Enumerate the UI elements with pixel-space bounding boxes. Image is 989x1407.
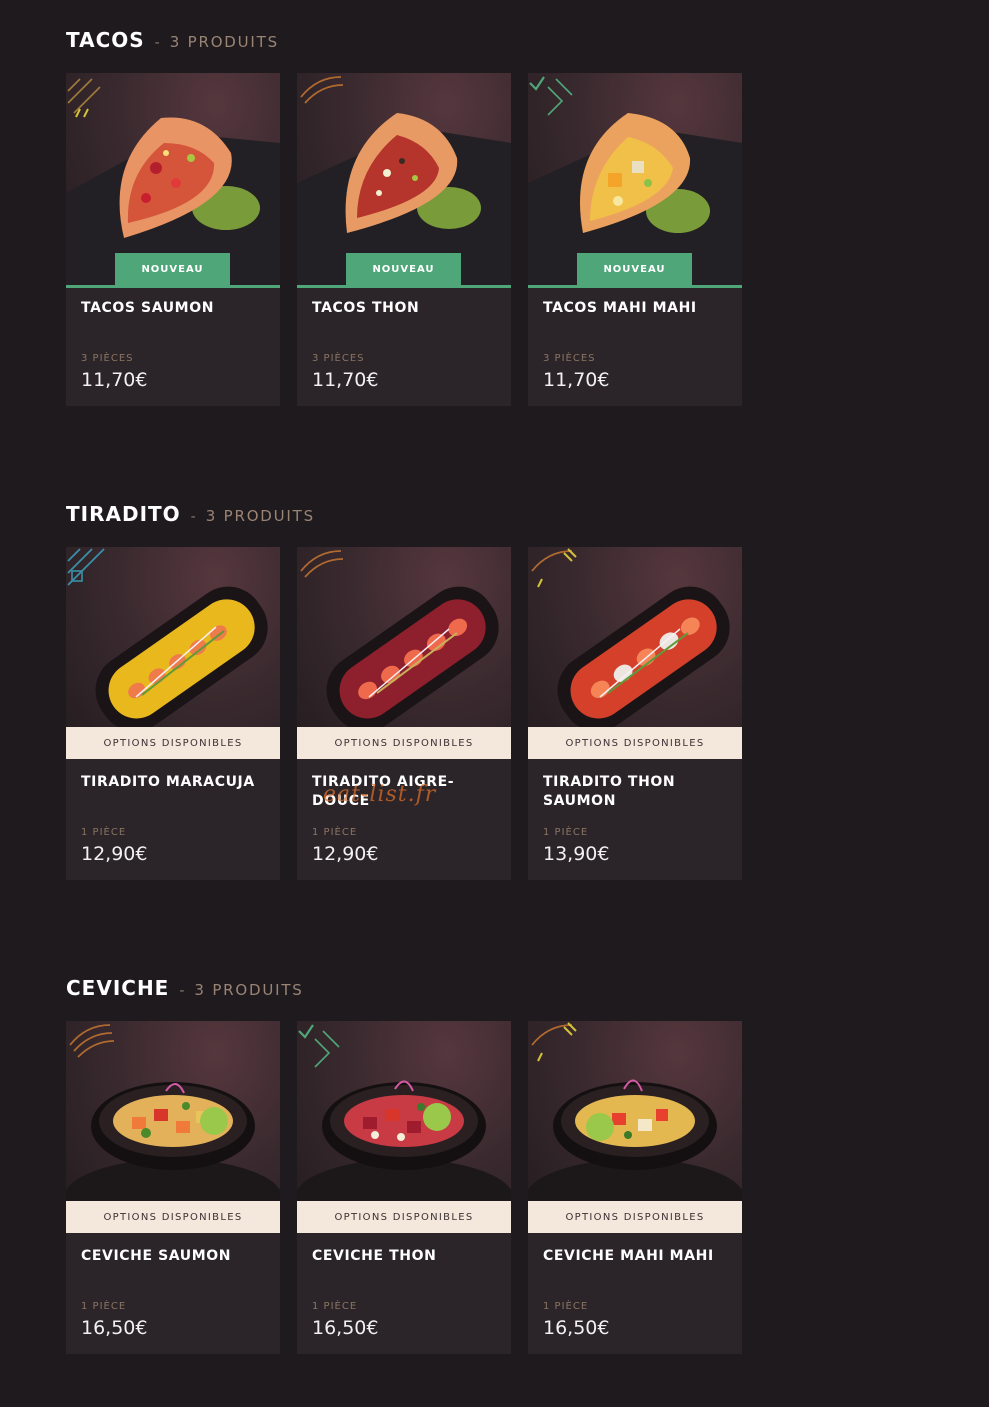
- product-price: 16,50€: [312, 1317, 379, 1339]
- section-ceviche: CEVICHE - 3 PRODUITS OPTIONS DISPONIBLES…: [66, 976, 746, 1354]
- product-quantity: 1 PIÈCE: [81, 1301, 127, 1312]
- product-name: TACOS SAUMON: [81, 300, 215, 316]
- product-quantity: 3 PIÈCES: [543, 353, 596, 364]
- section-separator: -: [154, 35, 160, 51]
- product-card-ceviche-thon[interactable]: OPTIONS DISPONIBLES CEVICHE THON 1 PIÈCE…: [297, 1021, 511, 1354]
- product-card-tacos-saumon[interactable]: NOUVEAU TACOS SAUMON 3 PIÈCES 11,70€: [66, 73, 280, 406]
- product-quantity: 1 PIÈCE: [543, 827, 589, 838]
- product-image: OPTIONS DISPONIBLES: [66, 547, 280, 759]
- product-price: 16,50€: [81, 1317, 148, 1339]
- product-image: OPTIONS DISPONIBLES: [297, 1021, 511, 1233]
- product-image: OPTIONS DISPONIBLES: [528, 547, 742, 759]
- product-quantity: 3 PIÈCES: [81, 353, 134, 364]
- options-badge: OPTIONS DISPONIBLES: [528, 727, 742, 759]
- new-badge: NOUVEAU: [346, 253, 461, 285]
- section-header: TACOS - 3 PRODUITS: [66, 28, 746, 58]
- product-name: TIRADITO THON SAUMON: [543, 774, 676, 809]
- new-badge: NOUVEAU: [577, 253, 692, 285]
- product-quantity: 1 PIÈCE: [543, 1301, 589, 1312]
- product-price: 16,50€: [543, 1317, 610, 1339]
- product-quantity: 1 PIÈCE: [312, 827, 358, 838]
- product-price: 11,70€: [81, 369, 148, 391]
- new-badge-bar: [66, 285, 280, 288]
- product-name: TACOS THON: [312, 300, 420, 316]
- product-image: OPTIONS DISPONIBLES: [528, 1021, 742, 1233]
- product-name: CEVICHE THON: [312, 1248, 437, 1264]
- section-title: TACOS: [66, 28, 145, 52]
- new-badge-bar: [297, 285, 511, 288]
- product-name: CEVICHE SAUMON: [81, 1248, 232, 1264]
- product-price: 12,90€: [81, 843, 148, 865]
- product-card-ceviche-mahi-mahi[interactable]: OPTIONS DISPONIBLES CEVICHE MAHI MAHI 1 …: [528, 1021, 742, 1354]
- product-price: 11,70€: [312, 369, 379, 391]
- section-header: CEVICHE - 3 PRODUITS: [66, 976, 746, 1006]
- section-title: TIRADITO: [66, 502, 181, 526]
- options-badge: OPTIONS DISPONIBLES: [297, 1201, 511, 1233]
- product-image: OPTIONS DISPONIBLES: [297, 547, 511, 759]
- section-separator: -: [190, 509, 196, 525]
- product-grid: NOUVEAU TACOS SAUMON 3 PIÈCES 11,70€ NOU…: [66, 73, 742, 406]
- product-card-tiradito-thon-saumon[interactable]: OPTIONS DISPONIBLES TIRADITO THON SAUMON…: [528, 547, 742, 880]
- product-count: 3 PRODUITS: [194, 981, 304, 999]
- product-quantity: 3 PIÈCES: [312, 353, 365, 364]
- options-badge: OPTIONS DISPONIBLES: [66, 1201, 280, 1233]
- product-grid: OPTIONS DISPONIBLES TIRADITO MARACUJA 1 …: [66, 547, 742, 880]
- section-tiradito: TIRADITO - 3 PRODUITS OPTIONS DISPONIBLE…: [66, 502, 746, 880]
- product-card-tiradito-maracuja[interactable]: OPTIONS DISPONIBLES TIRADITO MARACUJA 1 …: [66, 547, 280, 880]
- product-card-ceviche-saumon[interactable]: OPTIONS DISPONIBLES CEVICHE SAUMON 1 PIÈ…: [66, 1021, 280, 1354]
- product-card-tacos-thon[interactable]: NOUVEAU TACOS THON 3 PIÈCES 11,70€: [297, 73, 511, 406]
- product-card-tacos-mahi-mahi[interactable]: NOUVEAU TACOS MAHI MAHI 3 PIÈCES 11,70€: [528, 73, 742, 406]
- product-price: 13,90€: [543, 843, 610, 865]
- product-name: TACOS MAHI MAHI: [543, 300, 697, 316]
- product-grid: OPTIONS DISPONIBLES CEVICHE SAUMON 1 PIÈ…: [66, 1021, 742, 1354]
- section-separator: -: [179, 983, 185, 999]
- product-count: 3 PRODUITS: [205, 507, 315, 525]
- product-name: TIRADITO MARACUJA: [81, 774, 255, 790]
- section-title: CEVICHE: [66, 976, 170, 1000]
- new-badge: NOUVEAU: [115, 253, 230, 285]
- product-price: 11,70€: [543, 369, 610, 391]
- product-image: NOUVEAU: [528, 73, 742, 285]
- product-price: 12,90€: [312, 843, 379, 865]
- product-image: OPTIONS DISPONIBLES: [66, 1021, 280, 1233]
- product-image: NOUVEAU: [66, 73, 280, 285]
- section-header: TIRADITO - 3 PRODUITS: [66, 502, 746, 532]
- product-quantity: 1 PIÈCE: [312, 1301, 358, 1312]
- product-image: NOUVEAU: [297, 73, 511, 285]
- watermark: eat-list.fr: [323, 782, 437, 807]
- product-quantity: 1 PIÈCE: [81, 827, 127, 838]
- options-badge: OPTIONS DISPONIBLES: [528, 1201, 742, 1233]
- product-count: 3 PRODUITS: [169, 33, 279, 51]
- section-tacos: TACOS - 3 PRODUITS NOUVEAU TACOS SAUMON …: [66, 28, 746, 406]
- options-badge: OPTIONS DISPONIBLES: [297, 727, 511, 759]
- options-badge: OPTIONS DISPONIBLES: [66, 727, 280, 759]
- product-name: CEVICHE MAHI MAHI: [543, 1248, 714, 1264]
- product-card-tiradito-aigre-douce[interactable]: OPTIONS DISPONIBLES TIRADITO AIGRE-DOUCE…: [297, 547, 511, 880]
- new-badge-bar: [528, 285, 742, 288]
